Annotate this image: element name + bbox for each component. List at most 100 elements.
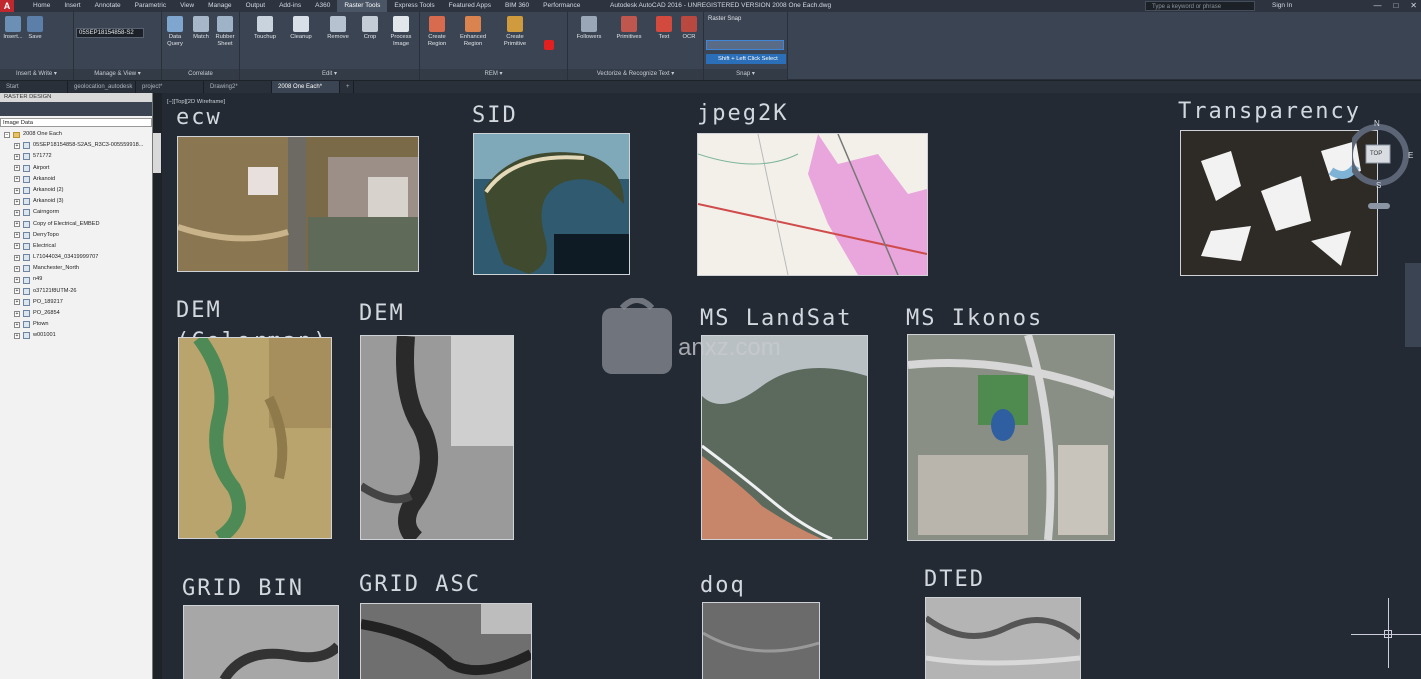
ribbon-tab-add-ins[interactable]: Add-ins xyxy=(272,0,308,12)
expand-icon[interactable]: + xyxy=(14,321,20,328)
sign-in-link[interactable]: Sign In xyxy=(1272,0,1292,12)
tree-item[interactable]: + Airport xyxy=(4,163,152,174)
minimize-icon[interactable]: — xyxy=(1373,0,1381,12)
create-primitive-button[interactable]: Create Primitive xyxy=(502,16,528,48)
tree-item[interactable]: + o37121f8UTM-26 xyxy=(4,286,152,297)
image-dem-colormap[interactable] xyxy=(178,333,332,544)
expand-icon[interactable]: + xyxy=(14,153,20,160)
drawing-canvas[interactable]: [−][Top][2D Wireframe] ecw SID jpeg2K Tr… xyxy=(162,93,1421,679)
viewcube-north[interactable]: N xyxy=(1374,119,1380,128)
crop-button[interactable]: Crop xyxy=(357,16,383,41)
tree-item[interactable]: + PO_189217 xyxy=(4,297,152,308)
tree-item[interactable]: + Arkanoid (3) xyxy=(4,196,152,207)
expand-icon[interactable]: + xyxy=(14,165,20,172)
create-region-button[interactable]: Create Region xyxy=(424,16,450,48)
tree-root[interactable]: −2008 One Each xyxy=(4,129,152,140)
save-button[interactable]: Save xyxy=(22,16,48,41)
tree-item[interactable]: + n49 xyxy=(4,274,152,285)
tree-item[interactable]: + w001001 xyxy=(4,330,152,341)
maximize-icon[interactable]: □ xyxy=(1393,0,1398,12)
snap-mode-buttons[interactable] xyxy=(706,40,784,50)
ribbon-tab-featured-apps[interactable]: Featured Apps xyxy=(442,0,498,12)
tree-item[interactable]: + L71044034_03419999707 xyxy=(4,252,152,263)
doc-tab-drawing2[interactable]: Drawing2* xyxy=(204,81,272,93)
expand-icon[interactable]: + xyxy=(14,299,20,306)
tree-item[interactable]: +05SEP18154858-S2AS_R3C3-005559918... xyxy=(4,140,152,151)
ribbon-tab-manage[interactable]: Manage xyxy=(201,0,239,12)
followers-button[interactable]: Followers xyxy=(576,16,602,41)
tree-item[interactable]: + Electrical xyxy=(4,241,152,252)
ribbon-tab-insert[interactable]: Insert xyxy=(57,0,87,12)
image-sid[interactable] xyxy=(473,133,630,275)
navigation-bar[interactable] xyxy=(1405,263,1421,347)
tree-item[interactable]: + Cairngorm xyxy=(4,207,152,218)
ribbon-tab-parametric[interactable]: Parametric xyxy=(128,0,173,12)
expand-icon[interactable]: + xyxy=(14,198,20,205)
text-button[interactable]: Text xyxy=(651,16,677,41)
ribbon-tab-express-tools[interactable]: Express Tools xyxy=(387,0,441,12)
image-ms-ikonos[interactable] xyxy=(907,333,1116,541)
tree-item[interactable]: + Arkanoid xyxy=(4,174,152,185)
ocr-button[interactable]: OCR xyxy=(676,16,702,41)
tree-item[interactable]: + PO_26854 xyxy=(4,308,152,319)
image-transparency[interactable] xyxy=(1180,130,1378,276)
image-grid-bin[interactable] xyxy=(183,605,342,679)
image-data-select[interactable]: Image Data xyxy=(0,118,152,127)
raster-snap-label[interactable]: Raster Snap xyxy=(708,16,741,22)
expand-icon[interactable]: + xyxy=(14,254,20,261)
close-icon[interactable]: ✕ xyxy=(1410,0,1417,12)
expand-icon[interactable]: + xyxy=(14,332,20,339)
ribbon-tab-performance[interactable]: Performance xyxy=(536,0,587,12)
process-image-button[interactable]: Process Image xyxy=(388,16,414,48)
image-doq[interactable] xyxy=(702,602,820,679)
tree-item[interactable]: + Manchester_North xyxy=(4,263,152,274)
new-tab-button[interactable]: + xyxy=(340,81,354,93)
images-vertical-tab[interactable] xyxy=(153,133,161,173)
ribbon-tab-annotate[interactable]: Annotate xyxy=(88,0,128,12)
ribbon-tab-raster-tools[interactable]: Raster Tools xyxy=(337,0,388,12)
expand-icon[interactable]: + xyxy=(14,265,20,272)
ribbon-tab-home[interactable]: Home xyxy=(26,0,57,12)
viewcube-top-face[interactable]: TOP xyxy=(1370,151,1382,157)
snap-selection-mode[interactable]: Shift + Left Click Select xyxy=(706,54,786,64)
image-ecw[interactable] xyxy=(177,136,419,272)
viewcube-south[interactable]: S xyxy=(1376,181,1381,190)
expand-icon[interactable]: + xyxy=(14,310,20,317)
image-jpeg2k[interactable] xyxy=(697,133,928,276)
rem-small-tools[interactable] xyxy=(536,16,562,52)
panel-label[interactable]: Vectorize & Recognize Text ▾ xyxy=(568,69,703,80)
tree-item[interactable]: +571772 xyxy=(4,151,152,162)
panel-toolbar[interactable] xyxy=(0,102,152,116)
expand-icon[interactable]: + xyxy=(14,232,20,239)
doc-tab-2008-one-each[interactable]: 2008 One Each* xyxy=(272,81,340,93)
match-button[interactable]: Match xyxy=(188,16,214,41)
expand-icon[interactable]: + xyxy=(14,176,20,183)
enhanced-region-button[interactable]: Enhanced Region xyxy=(460,16,486,48)
image-grid-asc[interactable] xyxy=(360,603,534,679)
ribbon-tab-output[interactable]: Output xyxy=(239,0,273,12)
expand-icon[interactable]: + xyxy=(14,142,20,149)
expand-icon[interactable]: + xyxy=(14,277,20,284)
image-dem[interactable] xyxy=(358,335,514,546)
doc-tab-project[interactable]: project* xyxy=(136,81,204,93)
expand-icon[interactable]: + xyxy=(14,209,20,216)
tree-item[interactable]: + Ptown xyxy=(4,319,152,330)
cleanup-button[interactable]: Cleanup xyxy=(288,16,314,41)
ribbon-tab-bim-360[interactable]: BIM 360 xyxy=(498,0,536,12)
color-swatch-icon[interactable] xyxy=(544,40,554,50)
data-query-button[interactable]: Data Query xyxy=(162,16,188,48)
panel-label[interactable]: Snap ▾ xyxy=(704,69,787,80)
image-select-combo[interactable]: 05SEP18154858-S2 xyxy=(76,28,144,38)
remove-button[interactable]: Remove xyxy=(325,16,351,41)
tree-item[interactable]: + DerryTopo xyxy=(4,230,152,241)
doc-tab-start[interactable]: Start xyxy=(0,81,68,93)
expand-icon[interactable]: + xyxy=(14,288,20,295)
viewcube[interactable]: N E S TOP xyxy=(1347,119,1421,213)
rubber-sheet-button[interactable]: Rubber Sheet xyxy=(212,16,238,48)
search-input[interactable]: Type a keyword or phrase xyxy=(1145,1,1255,11)
doc-tab-geolocation[interactable]: geolocation_autodesk xyxy=(68,81,136,93)
tree-item[interactable]: + Copy of Electrical_EMBED xyxy=(4,219,152,230)
panel-label[interactable]: REM ▾ xyxy=(420,69,567,80)
panel-label[interactable]: Insert & Write ▾ xyxy=(0,69,73,80)
tree-item[interactable]: + Arkanoid (2) xyxy=(4,185,152,196)
